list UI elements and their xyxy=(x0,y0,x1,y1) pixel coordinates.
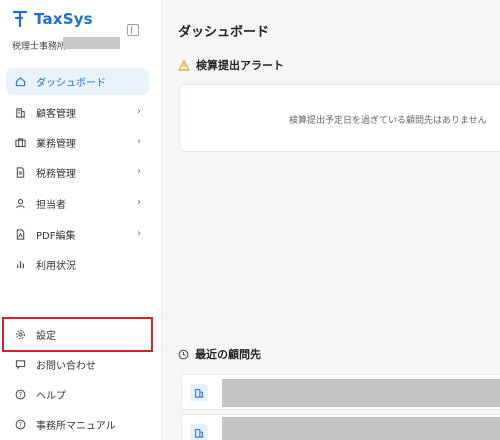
document-icon xyxy=(14,167,26,179)
sidebar-item-label: 顧客管理 xyxy=(36,109,76,120)
sidebar-item-staff[interactable]: 担当者 › xyxy=(6,190,149,217)
bar-chart-icon xyxy=(14,259,26,271)
building-icon xyxy=(190,384,208,402)
sidebar-item-label: 担当者 xyxy=(36,200,66,211)
sidebar-item-customers[interactable]: 顧客管理 › xyxy=(6,99,149,126)
alert-title: 検算提出アラート xyxy=(196,59,284,72)
chat-icon xyxy=(14,359,26,371)
sidebar-item-usage[interactable]: 利用状況 xyxy=(6,251,149,278)
chevron-right-icon: › xyxy=(137,166,141,177)
sidebar-item-contact[interactable]: お問い合わせ xyxy=(6,351,149,378)
chevron-right-icon: › xyxy=(137,228,141,239)
sidebar-item-label: PDF編集 xyxy=(36,231,76,242)
office-name-redacted xyxy=(63,37,120,49)
warning-icon xyxy=(178,59,190,71)
pdf-icon xyxy=(14,229,26,241)
briefcase-icon xyxy=(14,137,26,149)
alert-section-header: 検算提出アラート xyxy=(178,57,284,73)
taxsys-logo-icon xyxy=(12,10,28,28)
page-title: ダッシュボード xyxy=(178,25,270,40)
svg-text:?: ? xyxy=(18,392,21,399)
sidebar-item-help[interactable]: ? ヘルプ xyxy=(6,381,149,408)
recent-client-row[interactable] xyxy=(181,374,500,410)
chevron-right-icon: › xyxy=(137,197,141,208)
sidebar-item-label: 業務管理 xyxy=(36,139,76,150)
client-name-redacted xyxy=(222,417,500,440)
chevron-right-icon: › xyxy=(137,136,141,147)
building-icon xyxy=(14,107,26,119)
alert-card: 検算提出予定日を過ぎている顧問先はありません xyxy=(179,84,500,152)
app-name: TaxSys xyxy=(34,10,93,28)
sidebar-collapse-icon[interactable] xyxy=(127,24,139,36)
recent-client-row[interactable] xyxy=(181,414,500,440)
sidebar-item-label: 税務管理 xyxy=(36,169,76,180)
svg-text:?: ? xyxy=(18,422,21,429)
sidebar-item-tax[interactable]: 税務管理 › xyxy=(6,159,149,186)
alert-empty-message: 検算提出予定日を過ぎている顧問先はありません xyxy=(289,116,487,126)
sidebar-item-office-manual[interactable]: ? 事務所マニュアル xyxy=(6,411,149,438)
home-icon xyxy=(14,76,26,88)
client-name-redacted xyxy=(222,379,500,407)
recent-clients-title: 最近の顧問先 xyxy=(195,348,261,361)
settings-highlight-box xyxy=(2,317,153,352)
sidebar-item-label: 利用状況 xyxy=(36,261,76,272)
sidebar-item-pdf-edit[interactable]: PDF編集 › xyxy=(6,221,149,248)
person-icon xyxy=(14,198,26,210)
help-icon: ? xyxy=(14,389,26,401)
app-logo[interactable]: TaxSys xyxy=(12,10,93,28)
recent-clients-header: 最近の顧問先 xyxy=(178,346,261,362)
sidebar-item-label: お問い合わせ xyxy=(36,361,96,372)
office-name: 税理士事務所 xyxy=(12,42,67,52)
sidebar-item-label: ダッシュボード xyxy=(36,78,106,89)
sidebar-item-dashboard[interactable]: ダッシュボード xyxy=(6,68,149,95)
chevron-right-icon: › xyxy=(137,106,141,117)
sidebar: TaxSys 税理士事務所 ダッシュボード 顧客管理 › 業務管理 › 税務管理… xyxy=(0,0,162,440)
sidebar-item-tasks[interactable]: 業務管理 › xyxy=(6,129,149,156)
sidebar-item-label: ヘルプ xyxy=(36,391,66,402)
building-icon xyxy=(190,424,208,440)
sidebar-item-label: 事務所マニュアル xyxy=(36,421,116,432)
clock-icon xyxy=(178,349,189,359)
help-icon: ? xyxy=(14,419,26,431)
